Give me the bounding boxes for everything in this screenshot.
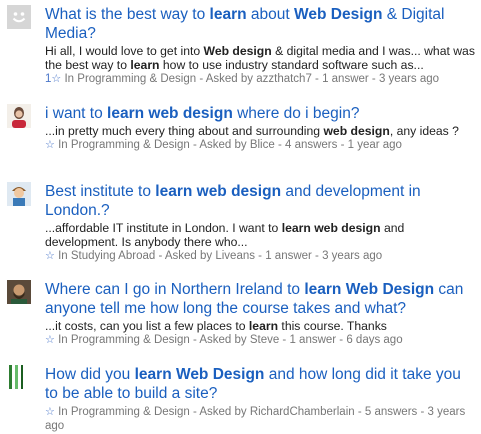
question-meta: ☆ In Studying Abroad - Asked by Liveans …	[45, 249, 477, 263]
question-title-link[interactable]: What is the best way to learn about Web …	[45, 5, 477, 43]
star-icon[interactable]: ☆	[45, 406, 55, 418]
question-title-link[interactable]: How did you learn Web Design and how lon…	[45, 365, 477, 403]
bearded-man-avatar[interactable]	[7, 280, 31, 304]
text-run: Best institute to	[45, 183, 156, 200]
text-run: i want to	[45, 105, 108, 122]
result-body: i want to learn web design where do i be…	[45, 104, 477, 152]
default-avatar-icon[interactable]	[7, 5, 31, 29]
question-snippet: ...it costs, can you list a few places t…	[45, 319, 477, 333]
text-run: ...it costs, can you list a few places t…	[45, 319, 249, 333]
text-run: Hi all, I would love to get into	[45, 44, 204, 58]
highlight-term: learn web design	[281, 221, 381, 235]
red-shirt-avatar[interactable]	[7, 104, 31, 128]
question-snippet: ...affordable IT institute in London. I …	[45, 221, 477, 249]
highlight-term: learn Web Design	[134, 366, 265, 383]
star-icon[interactable]: ☆	[45, 250, 55, 262]
text-run: ...in pretty much every thing about and …	[45, 124, 324, 138]
result-body: How did you learn Web Design and how lon…	[45, 365, 477, 433]
cartoon-boy-avatar[interactable]	[7, 182, 31, 206]
text-run: about	[246, 6, 295, 23]
highlight-term: learn	[209, 6, 247, 23]
highlight-term: learn	[130, 58, 160, 72]
question-title-link[interactable]: Where can I go in Northern Ireland to le…	[45, 280, 477, 318]
meta-text: In Programming & Design - Asked by Blice…	[58, 139, 402, 151]
star-icon[interactable]: ☆	[45, 334, 55, 346]
text-run: Where can I go in Northern Ireland to	[45, 281, 305, 298]
meta-text: In Programming & Design - Asked by Steve…	[58, 334, 403, 346]
question-meta: ☆ In Programming & Design - Asked by Bli…	[45, 138, 477, 152]
text-run: , any ideas ?	[389, 124, 459, 138]
striped-avatar[interactable]	[7, 365, 31, 389]
star-icon[interactable]: ☆	[51, 73, 61, 85]
question-snippet: ...in pretty much every thing about and …	[45, 124, 477, 138]
question-title-link[interactable]: i want to learn web design where do i be…	[45, 104, 477, 123]
text-run: this course. Thanks	[278, 319, 387, 333]
text-run: ...affordable IT institute in London. I …	[45, 221, 282, 235]
highlight-term: web design	[323, 124, 390, 138]
text-run: where do i begin?	[232, 105, 360, 122]
question-title-link[interactable]: Best institute to learn web design and d…	[45, 182, 477, 220]
result-body: Best institute to learn web design and d…	[45, 182, 477, 263]
result-body: What is the best way to learn about Web …	[45, 5, 477, 86]
text-run: how to use industry standard software su…	[159, 58, 424, 72]
meta-text: In Programming & Design - Asked by azzth…	[64, 73, 440, 85]
meta-text: In Studying Abroad - Asked by Liveans - …	[58, 250, 383, 262]
text-run: How did you	[45, 366, 135, 383]
meta-text: In Programming & Design - Asked by Richa…	[45, 406, 466, 432]
star-icon[interactable]: ☆	[45, 139, 55, 151]
highlight-term: learn Web Design	[304, 281, 435, 298]
highlight-term: Web Design	[294, 6, 383, 23]
highlight-term: Web design	[203, 44, 272, 58]
result-body: Where can I go in Northern Ireland to le…	[45, 280, 477, 347]
question-meta: 1☆ In Programming & Design - Asked by az…	[45, 72, 477, 86]
highlight-term: learn web design	[155, 183, 282, 200]
question-meta: ☆ In Programming & Design - Asked by Ric…	[45, 405, 477, 433]
highlight-term: learn web design	[107, 105, 233, 122]
highlight-term: learn	[248, 319, 279, 333]
question-snippet: Hi all, I would love to get into Web des…	[45, 44, 477, 72]
text-run: What is the best way to	[45, 6, 210, 23]
question-meta: ☆ In Programming & Design - Asked by Ste…	[45, 333, 477, 347]
